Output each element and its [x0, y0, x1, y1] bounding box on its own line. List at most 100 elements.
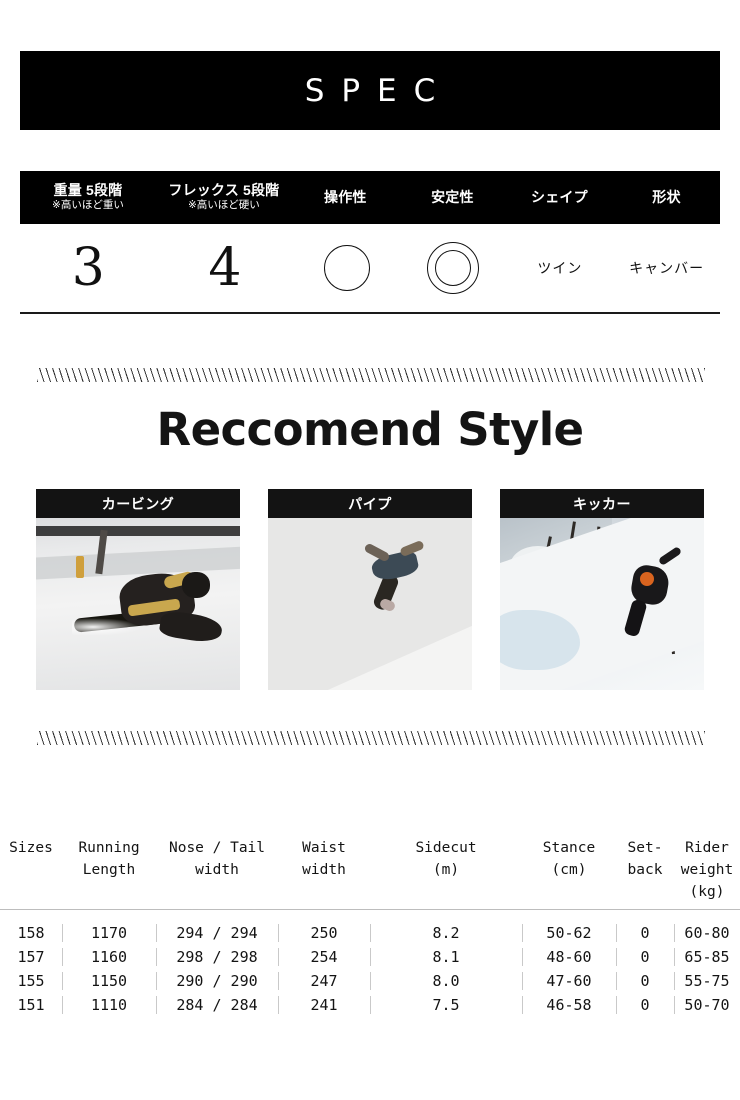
size-header-rider-weight: Rider weight (kg) — [674, 838, 740, 903]
size-header-sizes-line1: Sizes — [9, 840, 53, 856]
photo-rider-logo — [640, 572, 654, 586]
size-header-rider-weight-line1: Rider weight — [680, 840, 734, 878]
spec-header-stability-title: 安定性 — [431, 188, 474, 205]
cell-rider-weight: 55-75 — [674, 969, 740, 993]
cell-setback: 0 — [616, 969, 674, 993]
spec-header-flex: フレックス 5段階 ※高いほど硬い — [156, 183, 292, 211]
size-header-running-length-line1: Running — [78, 840, 140, 856]
spec-header-weight-note: ※高いほど重い — [52, 198, 124, 211]
size-header-running-length: Running Length — [62, 838, 156, 882]
hatched-divider-top — [37, 368, 705, 382]
table-row: 157 1160 298 / 298 254 8.1 48-60 0 65-85 — [0, 945, 740, 969]
style-card-carving-photo — [36, 518, 240, 690]
cell-rider-weight: 65-85 — [674, 945, 740, 969]
table-row: 155 1150 290 / 290 247 8.0 47-60 0 55-75 — [0, 969, 740, 993]
table-row: 151 1110 284 / 284 241 7.5 46-58 0 50-70 — [0, 993, 740, 1017]
spec-value-shape-text: ツイン — [537, 260, 583, 276]
style-card-pipe-caption: パイプ — [268, 489, 472, 518]
spec-value-profile: キャンバー — [613, 258, 720, 278]
spec-banner-title: SPEC — [304, 72, 453, 109]
photo-flag — [76, 556, 84, 578]
cell-size: 151 — [17, 996, 45, 1015]
spec-header-flex-title: フレックス 5段階 — [168, 182, 280, 199]
cell-sidecut: 8.0 — [370, 969, 522, 993]
spec-header-maneuverability: 操作性 — [292, 189, 399, 206]
cell-sidecut: 8.1 — [370, 945, 522, 969]
size-header-sidecut-line1: Sidecut — [415, 840, 477, 856]
cell-setback: 0 — [616, 945, 674, 969]
size-table-header-row: Sizes Running Length Nose / Tail width W… — [0, 838, 740, 911]
cell-size: 157 — [17, 948, 45, 967]
size-header-waist-width: Waist width — [278, 838, 370, 882]
size-header-waist-width-line2: width — [302, 861, 346, 878]
cell-rider-weight: 60-80 — [674, 921, 740, 945]
size-header-stance-line2: (cm) — [551, 861, 587, 878]
size-header-stance: Stance (cm) — [522, 838, 616, 882]
spec-value-weight-number: 3 — [71, 238, 105, 298]
spec-header-profile-title: 形状 — [652, 188, 681, 205]
cell-nose-tail-width: 290 / 290 — [156, 969, 278, 993]
spec-header-flex-note: ※高いほど硬い — [187, 198, 260, 211]
spec-value-flex: 4 — [157, 242, 294, 294]
spec-header-shape-title: シェイプ — [531, 188, 588, 205]
photo-slope — [36, 545, 240, 581]
cell-running-length: 1170 — [62, 921, 156, 945]
spec-value-weight: 3 — [20, 242, 157, 294]
size-header-sidecut-line2: (m) — [432, 861, 460, 878]
photo-rider-head — [182, 572, 210, 598]
cell-nose-tail-width: 298 / 298 — [156, 945, 278, 969]
spec-banner: SPEC — [20, 51, 720, 130]
style-card-kicker[interactable]: キッカー — [500, 489, 704, 690]
size-header-nose-tail-width-line1: Nose / Tail — [168, 840, 266, 856]
style-card-kicker-photo — [500, 518, 704, 690]
size-header-setback-line2: back — [627, 861, 663, 878]
table-row: 158 1170 294 / 294 250 8.2 50-62 0 60-80 — [0, 921, 740, 945]
cell-stance: 46-58 — [522, 993, 616, 1017]
spec-value-stability — [400, 242, 507, 294]
size-header-setback-line1: Set- — [627, 840, 663, 856]
cell-waist-width: 254 — [278, 945, 370, 969]
cell-stance: 47-60 — [522, 969, 616, 993]
style-card-kicker-caption: キッカー — [500, 489, 704, 518]
recommend-style-title: Reccomend Style — [156, 403, 585, 456]
recommend-style-cards: カービング パイプ キッカー — [36, 489, 704, 690]
spec-table-header-row: 重量 5段階 ※高いほど重い フレックス 5段階 ※高いほど硬い 操作性 安定性… — [20, 171, 720, 224]
cell-running-length: 1110 — [62, 993, 156, 1017]
size-header-nose-tail-width: Nose / Tail width — [156, 838, 278, 882]
spec-value-profile-text: キャンバー — [629, 260, 705, 276]
spec-value-flex-number: 4 — [208, 238, 242, 298]
size-header-rider-weight-line2: (kg) — [689, 883, 725, 900]
size-header-stance-line1: Stance — [542, 840, 596, 856]
spec-header-shape: シェイプ — [506, 188, 613, 206]
size-header-running-length-line2: Length — [82, 861, 136, 878]
spec-header-weight-title: 重量 5段階 — [53, 182, 123, 199]
spec-table: 重量 5段階 ※高いほど重い フレックス 5段階 ※高いほど硬い 操作性 安定性… — [20, 171, 720, 314]
hatched-divider-bottom — [37, 731, 705, 745]
size-spec-table: Sizes Running Length Nose / Tail width W… — [0, 838, 740, 1017]
cell-size: 158 — [17, 924, 45, 943]
spec-value-maneuverability — [293, 245, 400, 291]
double-circle-icon — [427, 242, 480, 294]
cell-waist-width: 247 — [278, 969, 370, 993]
size-header-waist-width-line1: Waist — [302, 840, 346, 856]
cell-sidecut: 7.5 — [370, 993, 522, 1017]
style-card-carving-caption: カービング — [36, 489, 240, 518]
photo-rider-leg — [158, 609, 224, 645]
spec-value-shape: ツイン — [507, 258, 614, 278]
cell-rider-weight: 50-70 — [674, 993, 740, 1017]
circle-icon — [323, 245, 370, 291]
style-card-carving[interactable]: カービング — [36, 489, 240, 690]
size-header-sizes: Sizes — [0, 838, 62, 860]
cell-running-length: 1160 — [62, 945, 156, 969]
cell-sidecut: 8.2 — [370, 921, 522, 945]
photo-background-bar — [36, 526, 240, 536]
cell-size: 155 — [17, 972, 45, 991]
cell-nose-tail-width: 294 / 294 — [156, 921, 278, 945]
style-card-pipe-photo — [268, 518, 472, 690]
spec-header-weight: 重量 5段階 ※高いほど重い — [20, 183, 156, 211]
size-table-body: 158 1170 294 / 294 250 8.2 50-62 0 60-80… — [0, 910, 740, 1017]
style-card-pipe[interactable]: パイプ — [268, 489, 472, 690]
size-header-sidecut: Sidecut (m) — [370, 838, 522, 882]
cell-setback: 0 — [616, 921, 674, 945]
cell-running-length: 1150 — [62, 969, 156, 993]
